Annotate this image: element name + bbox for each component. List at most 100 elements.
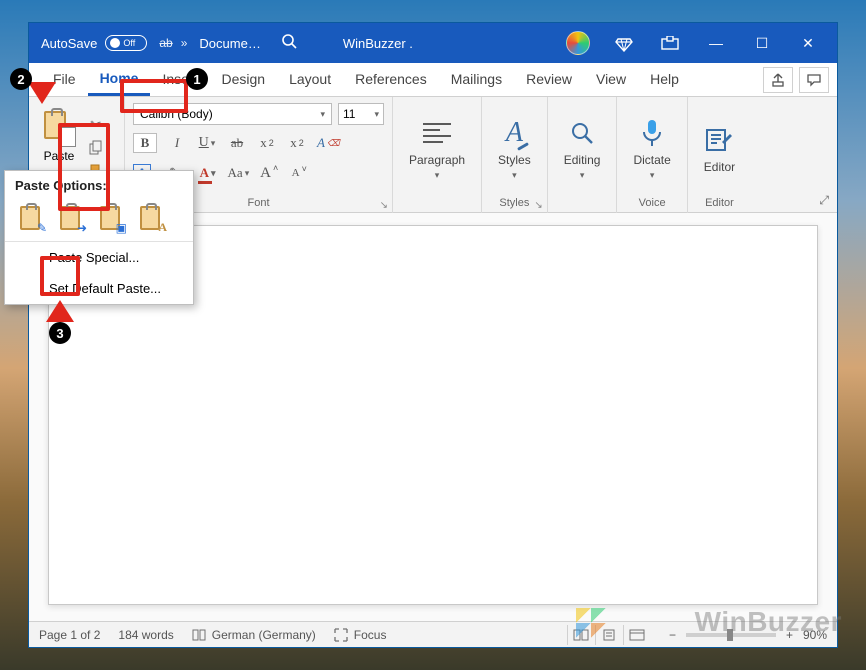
titlebar-right: — ☐ ✕ [555,23,831,63]
styles-label: Styles [498,153,531,167]
editor-icon [704,123,734,157]
font-name-value: Calibri (Body) [140,107,213,121]
book-icon [192,628,206,642]
autosave-toggle[interactable]: AutoSave Off [35,35,153,51]
close-button[interactable]: ✕ [785,23,831,63]
copy-button[interactable] [87,139,105,157]
underline-button[interactable]: U▾ [197,133,217,153]
dictate-label: Dictate [633,153,670,167]
paste-special-item[interactable]: Paste Special... [5,242,193,273]
styles-dialog-launcher[interactable]: ↘ [534,200,542,211]
font-color-button[interactable]: A▾ [198,163,218,183]
paragraph-button[interactable]: Paragraph ▾ [393,97,481,193]
annotation-arrow-3 [46,300,74,322]
font-dialog-launcher[interactable]: ↘ [380,200,388,211]
bold-button[interactable]: B [133,133,157,153]
collapse-ribbon-button[interactable]: ⤢ [817,191,831,210]
search-icon[interactable] [281,33,297,54]
chevron-down-icon: ▾ [374,109,379,120]
paste-icon [44,111,74,145]
autosave-label: AutoSave [41,36,97,51]
status-page[interactable]: Page 1 of 2 [39,628,100,642]
tab-review[interactable]: Review [514,65,584,94]
chevron-down-icon: ▾ [650,170,655,181]
group-editor: Editor Editor [688,97,751,213]
clipboard-icon [140,206,160,230]
editor-label: Editor [704,160,735,174]
tab-mailings[interactable]: Mailings [439,65,514,94]
chevron-down-icon: ▾ [580,170,585,181]
group-paragraph: Paragraph ▾ [393,97,482,213]
qat: ab » [153,36,193,50]
autosave-switch[interactable]: Off [105,35,147,51]
paragraph-icon [423,116,451,150]
paste-text-only[interactable]: A [135,203,165,233]
minimize-button[interactable]: — [693,23,739,63]
maximize-button[interactable]: ☐ [739,23,785,63]
annotation-badge-3: 3 [49,322,71,344]
paste-options-menu: Paste Options: ✎ ➜ ▣ A Paste Special... … [4,170,194,305]
chevron-down-icon: ▾ [320,109,325,120]
chevron-down-icon: ▾ [512,170,517,181]
site-label: WinBuzzer . [337,36,419,51]
view-web-button[interactable] [623,625,651,645]
editing-button[interactable]: Editing ▾ [548,97,617,193]
shrink-font-button[interactable]: A˅ [289,163,309,183]
editing-label: Editing [564,153,601,167]
group-editor-label: Editor [705,197,734,209]
status-language[interactable]: German (Germany) [192,628,316,642]
cut-button[interactable]: ✂ [87,115,105,133]
paste-merge-formatting[interactable]: ➜ [55,203,85,233]
subscript-button[interactable]: x2 [257,133,277,153]
annotation-badge-1: 1 [186,68,208,90]
status-focus-text: Focus [354,628,387,642]
font-size-select[interactable]: 11 ▾ [338,103,384,125]
spellcheck-qat-icon[interactable]: ab [159,36,172,50]
paste-picture[interactable]: ▣ [95,203,125,233]
watermark-text: WinBuzzer [695,606,842,638]
paragraph-label: Paragraph [409,153,465,167]
watermark-logo [576,608,606,638]
tab-view[interactable]: View [584,65,638,94]
dictate-button[interactable]: Dictate ▾ [617,97,686,193]
tab-help[interactable]: Help [638,65,691,94]
styles-button[interactable]: A Styles ▾ [482,97,547,193]
group-editing: Editing ▾ [548,97,618,213]
chevron-down-icon: ▾ [435,170,440,181]
status-focus[interactable]: Focus [334,628,387,642]
tab-home[interactable]: Home [88,64,151,96]
comments-button[interactable] [799,67,829,93]
annotation-arrow-2 [28,82,56,104]
clear-formatting-button[interactable]: A⌫ [317,133,340,153]
italic-button[interactable]: I [167,133,187,153]
titlebar: AutoSave Off ab » Docume… WinBuzzer . — … [29,23,837,63]
set-default-paste-item[interactable]: Set Default Paste... [5,273,193,304]
grow-font-button[interactable]: A˄ [259,163,279,183]
premium-icon[interactable] [601,23,647,63]
account-avatar[interactable] [555,23,601,63]
tab-layout[interactable]: Layout [277,65,343,94]
superscript-button[interactable]: x2 [287,133,307,153]
document-title[interactable]: Docume… [193,36,266,51]
group-voice: Dictate ▾ Voice [617,97,687,213]
microphone-icon [641,116,663,150]
avatar-icon [566,31,590,55]
styles-icon: A [506,116,523,150]
annotation-badge-2: 2 [10,68,32,90]
font-size-value: 11 [343,107,355,121]
change-case-button[interactable]: Aa▾ [228,163,250,183]
qat-overflow-icon[interactable]: » [181,36,188,50]
status-wordcount[interactable]: 184 words [118,628,173,642]
zoom-out-button[interactable]: − [669,628,676,642]
tab-references[interactable]: References [343,65,439,94]
strikethrough-button[interactable]: ab [227,133,247,153]
paste-keep-source-formatting[interactable]: ✎ [15,203,45,233]
share-button[interactable] [763,67,793,93]
paste-options-header: Paste Options: [5,171,193,199]
app-mode-icon[interactable] [647,23,693,63]
focus-icon [334,628,348,642]
group-styles-label: Styles [499,197,529,209]
editor-button[interactable]: Editor [688,97,751,193]
tab-design[interactable]: Design [209,65,277,94]
font-name-select[interactable]: Calibri (Body) ▾ [133,103,332,125]
